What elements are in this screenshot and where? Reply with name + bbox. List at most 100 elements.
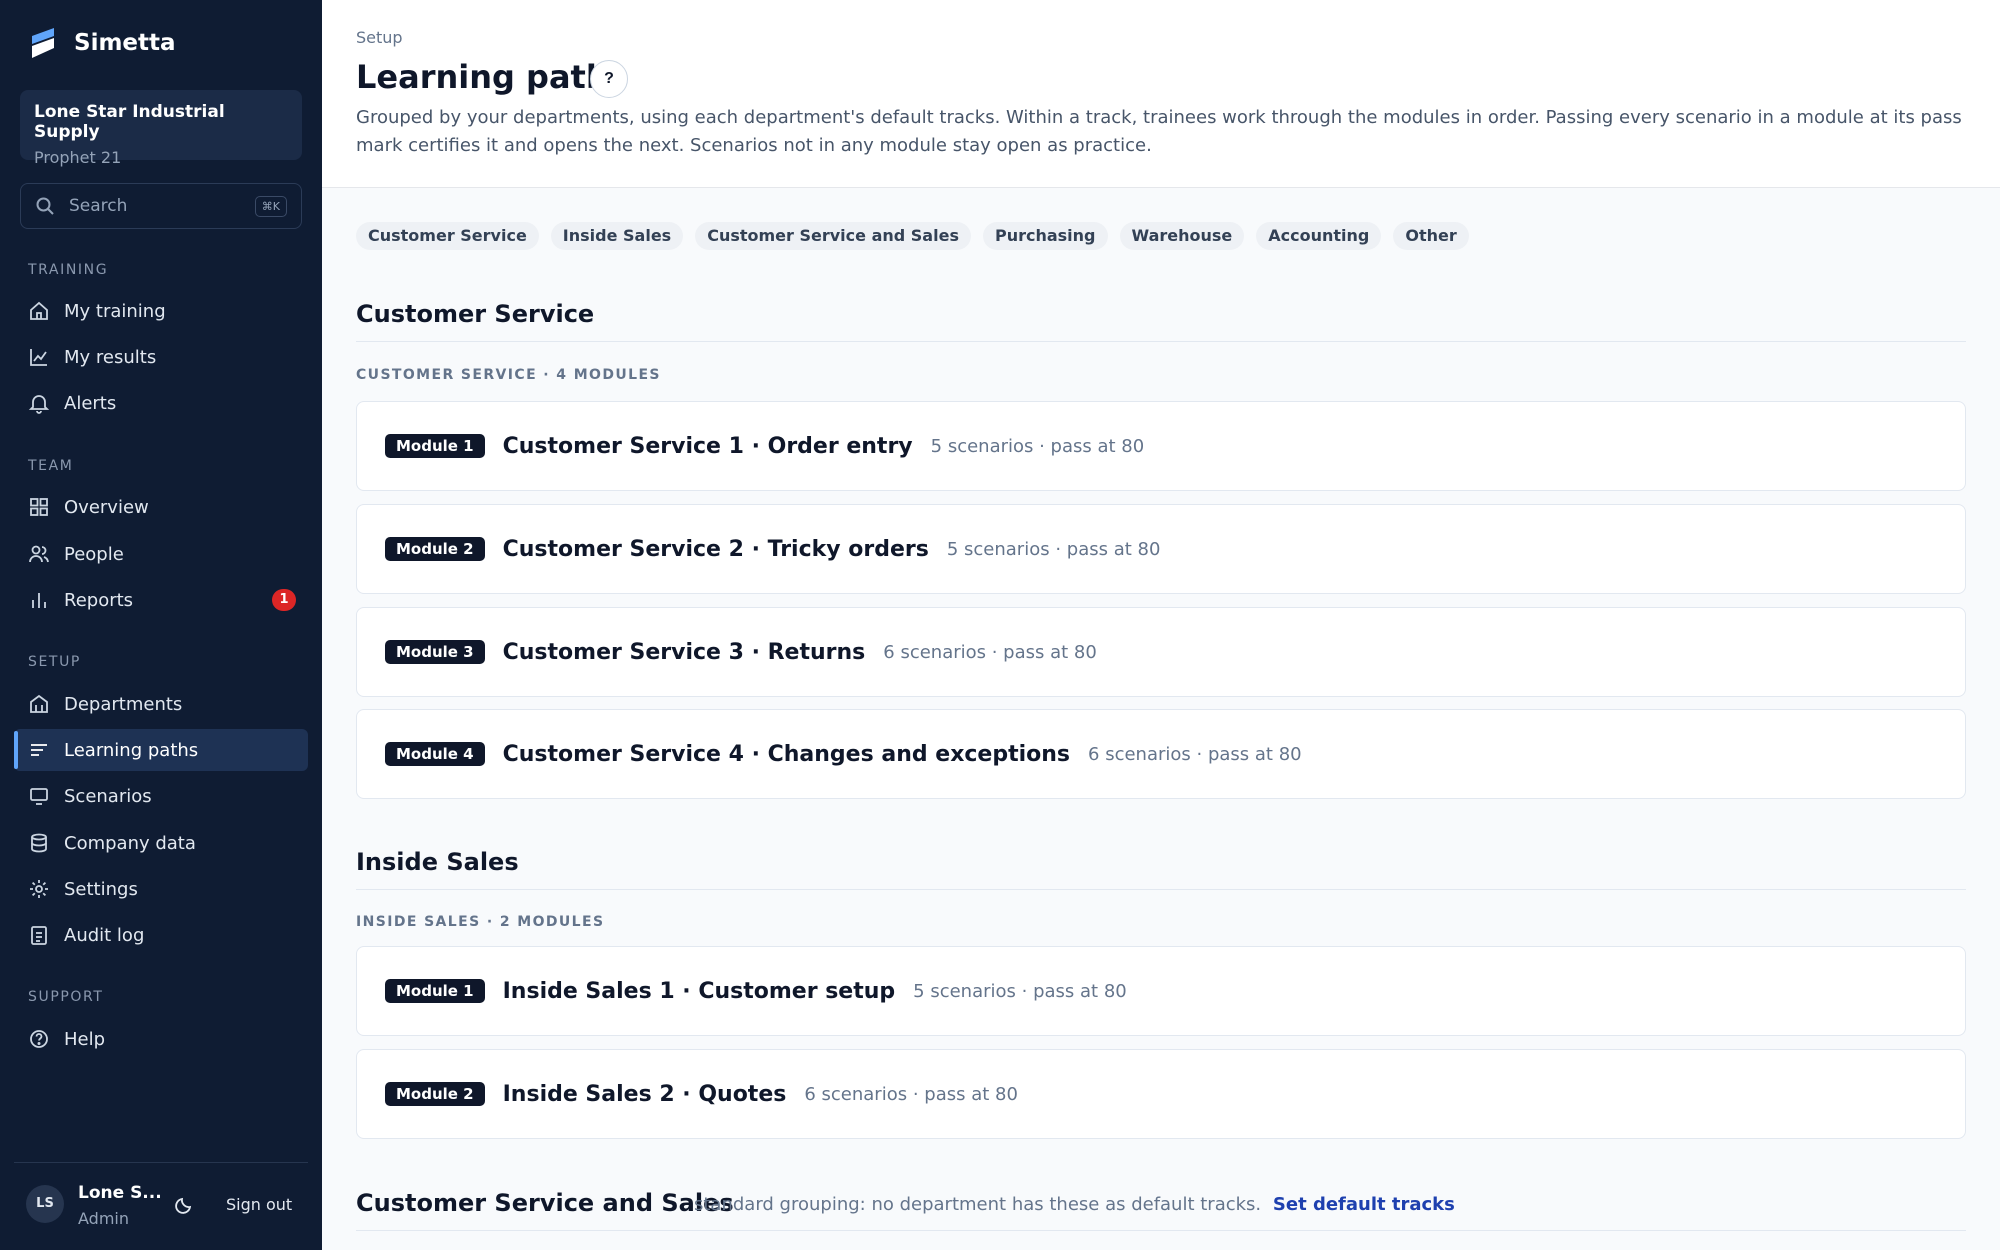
module-meta: 6 scenarios · pass at 80	[804, 1083, 1018, 1105]
page-description: Grouped by your departments, using each …	[356, 107, 1962, 156]
module-card[interactable]: Module 1 Customer Service 1 · Order entr…	[356, 401, 1966, 491]
sidebar-item-settings[interactable]: Settings	[14, 868, 308, 910]
sidebar-item-label: My results	[64, 346, 157, 368]
sidebar-item-overview[interactable]: Overview	[14, 486, 308, 528]
module-number-pill: Module 1	[385, 979, 485, 1003]
chip-customer-service-and-sales[interactable]: Customer Service and Sales	[695, 222, 971, 250]
search-box[interactable]: ⌘K	[20, 183, 302, 229]
reports-count-badge: 1	[272, 589, 296, 611]
search-shortcut: ⌘K	[254, 195, 287, 217]
user-footer: LS Lone S... Admin Sign out	[14, 1162, 308, 1250]
module-meta: 5 scenarios · pass at 80	[913, 980, 1127, 1002]
chip-warehouse[interactable]: Warehouse	[1119, 222, 1245, 250]
module-number-pill: Module 2	[385, 537, 485, 561]
sidebar-item-audit-log[interactable]: Audit log	[14, 914, 308, 956]
org-system: Prophet 21	[34, 148, 122, 167]
set-default-tracks-link[interactable]: Set default tracks	[1273, 1194, 1455, 1215]
chip-inside-sales[interactable]: Inside Sales	[550, 222, 684, 250]
sidebar-item-scenarios[interactable]: Scenarios	[14, 775, 308, 817]
chip-other[interactable]: Other	[1393, 222, 1469, 250]
sidebar-item-label: People	[64, 543, 124, 565]
nav-section-team: TEAM	[28, 458, 74, 474]
users-icon	[29, 545, 49, 563]
help-circle-icon	[30, 1030, 48, 1048]
chip-purchasing[interactable]: Purchasing	[982, 222, 1108, 250]
module-name: Customer Service 2 · Tricky orders	[502, 536, 929, 562]
sidebar-item-label: Company data	[64, 832, 196, 854]
nav-section-setup: SETUP	[28, 654, 81, 670]
nav-section-support: SUPPORT	[28, 989, 104, 1005]
sidebar-item-my-training[interactable]: My training	[14, 290, 308, 332]
list-icon	[31, 744, 47, 756]
module-name: Customer Service 1 · Order entry	[502, 433, 913, 459]
clipboard-icon	[31, 926, 47, 945]
department-filter-chips: Customer Service Inside Sales Customer S…	[356, 222, 1469, 250]
breadcrumb[interactable]: Setup	[356, 28, 403, 47]
monitor-icon	[30, 788, 48, 805]
simetta-logo-icon	[32, 28, 54, 58]
sidebar-item-reports[interactable]: Reports 1	[14, 579, 308, 621]
track-label-customer-service: CUSTOMER SERVICE · 4 MODULES	[356, 367, 661, 383]
nav-section-training: TRAINING	[28, 262, 109, 278]
module-meta: 6 scenarios · pass at 80	[883, 641, 1097, 663]
avatar[interactable]: LS	[26, 1185, 64, 1223]
module-number-pill: Module 2	[385, 1082, 485, 1106]
grouping-note-text: standard grouping: no department has the…	[694, 1194, 1262, 1215]
chip-accounting[interactable]: Accounting	[1256, 222, 1382, 250]
home-icon	[30, 301, 48, 320]
module-number-pill: Module 1	[385, 434, 485, 458]
help-button[interactable]: ?	[590, 60, 628, 98]
sidebar-item-people[interactable]: People	[14, 533, 308, 575]
building-icon	[30, 694, 48, 713]
sidebar-item-help[interactable]: Help	[14, 1018, 308, 1060]
line-chart-icon	[30, 349, 47, 366]
section-title-inside-sales: Inside Sales	[356, 848, 519, 876]
module-name: Customer Service 3 · Returns	[502, 639, 866, 665]
bar-chart-icon	[32, 593, 46, 608]
sidebar: Simetta Lone Star Industrial Supply Prop…	[0, 0, 322, 1250]
brand-name: Simetta	[74, 30, 176, 56]
sidebar-item-label: Departments	[64, 693, 183, 715]
sidebar-item-label: Learning paths	[64, 739, 199, 761]
chip-customer-service[interactable]: Customer Service	[356, 222, 539, 250]
sidebar-item-alerts[interactable]: Alerts	[14, 382, 308, 424]
sidebar-item-my-results[interactable]: My results	[14, 336, 308, 378]
module-name: Inside Sales 2 · Quotes	[502, 1081, 787, 1107]
sidebar-item-label: Help	[64, 1028, 106, 1050]
moon-icon[interactable]	[174, 1195, 194, 1215]
brand[interactable]: Simetta	[28, 26, 176, 60]
org-switcher[interactable]: Lone Star Industrial Supply Prophet 21	[20, 90, 302, 167]
gear-icon	[30, 880, 48, 898]
module-name: Customer Service 4 · Changes and excepti…	[502, 741, 1071, 767]
sidebar-item-label: Overview	[64, 496, 149, 518]
sidebar-item-departments[interactable]: Departments	[14, 683, 308, 725]
module-meta: 5 scenarios · pass at 80	[946, 538, 1161, 560]
sidebar-item-label: My training	[64, 300, 166, 322]
org-name: Lone Star Industrial Supply	[34, 102, 225, 142]
section-divider	[356, 341, 1966, 342]
module-card[interactable]: Module 1 Inside Sales 1 · Customer setup…	[356, 946, 1966, 1036]
page-header: Setup Learning paths ? Grouped by your d…	[322, 0, 2000, 188]
sidebar-item-label: Settings	[64, 878, 138, 900]
page-title: Learning paths	[356, 58, 628, 96]
sidebar-item-label: Audit log	[64, 924, 145, 946]
search-icon	[36, 197, 54, 215]
search-input[interactable]	[69, 196, 255, 216]
grouping-note: standard grouping: no department has the…	[694, 1194, 1455, 1215]
sign-out-button[interactable]: Sign out	[226, 1195, 292, 1214]
section-divider	[356, 889, 1966, 890]
sidebar-item-label: Scenarios	[64, 785, 152, 807]
module-card[interactable]: Module 3 Customer Service 3 · Returns 6 …	[356, 607, 1966, 697]
sidebar-item-label: Alerts	[64, 392, 117, 414]
user-role: Admin	[78, 1209, 129, 1228]
database-icon	[31, 833, 47, 853]
module-name: Inside Sales 1 · Customer setup	[502, 978, 896, 1004]
sidebar-item-company-data[interactable]: Company data	[14, 822, 308, 864]
module-card[interactable]: Module 2 Inside Sales 2 · Quotes 6 scena…	[356, 1049, 1966, 1139]
sidebar-item-learning-paths[interactable]: Learning paths	[14, 729, 308, 771]
module-card[interactable]: Module 2 Customer Service 2 · Tricky ord…	[356, 504, 1966, 594]
section-divider	[356, 1230, 1966, 1231]
module-number-pill: Module 4	[385, 742, 485, 766]
module-card[interactable]: Module 4 Customer Service 4 · Changes an…	[356, 709, 1966, 799]
module-meta: 6 scenarios · pass at 80	[1088, 743, 1302, 765]
